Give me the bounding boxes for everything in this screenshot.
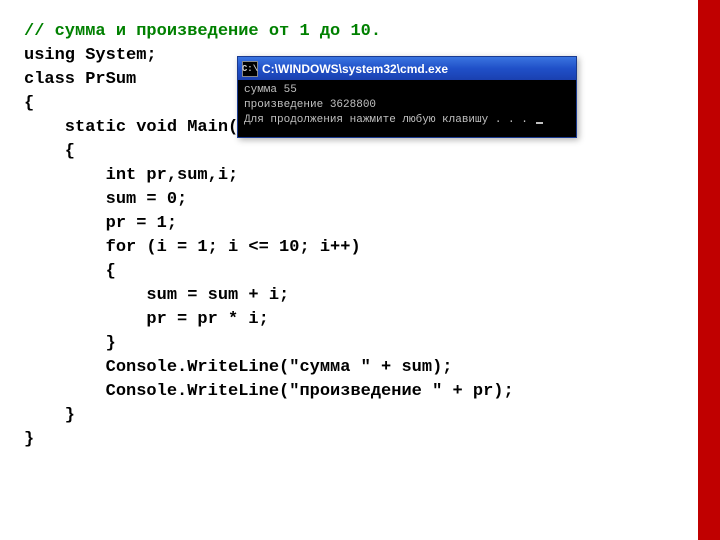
code-line: } xyxy=(24,428,514,452)
code-line: sum = 0; xyxy=(24,188,514,212)
console-titlebar: C:\ C:\WINDOWS\system32\cmd.exe xyxy=(237,56,577,80)
console-output: сумма 55 произведение 3628800 Для продол… xyxy=(237,80,577,138)
code-line: { xyxy=(24,140,514,164)
console-title: C:\WINDOWS\system32\cmd.exe xyxy=(262,62,448,76)
console-line: сумма 55 xyxy=(244,83,570,98)
code-line: sum = sum + i; xyxy=(24,284,514,308)
code-line: pr = pr * i; xyxy=(24,308,514,332)
code-line: } xyxy=(24,404,514,428)
console-line: Для продолжения нажмите любую клавишу . … xyxy=(244,113,570,128)
code-line: Console.WriteLine("произведение " + pr); xyxy=(24,380,514,404)
cursor-icon xyxy=(536,122,543,124)
code-line: for (i = 1; i <= 10; i++) xyxy=(24,236,514,260)
console-prompt-text: Для продолжения нажмите любую клавишу . … xyxy=(244,114,534,126)
cmd-icon: C:\ xyxy=(242,61,258,77)
code-line: int pr,sum,i; xyxy=(24,164,514,188)
code-line: Console.WriteLine("сумма " + sum); xyxy=(24,356,514,380)
console-line: произведение 3628800 xyxy=(244,98,570,113)
console-window: C:\ C:\WINDOWS\system32\cmd.exe сумма 55… xyxy=(237,56,577,138)
code-line: pr = 1; xyxy=(24,212,514,236)
accent-bar xyxy=(698,0,720,540)
code-line: { xyxy=(24,260,514,284)
code-line: } xyxy=(24,332,514,356)
code-comment: // сумма и произведение от 1 до 10. xyxy=(24,20,514,44)
cmd-icon-text: C:\ xyxy=(242,64,258,74)
